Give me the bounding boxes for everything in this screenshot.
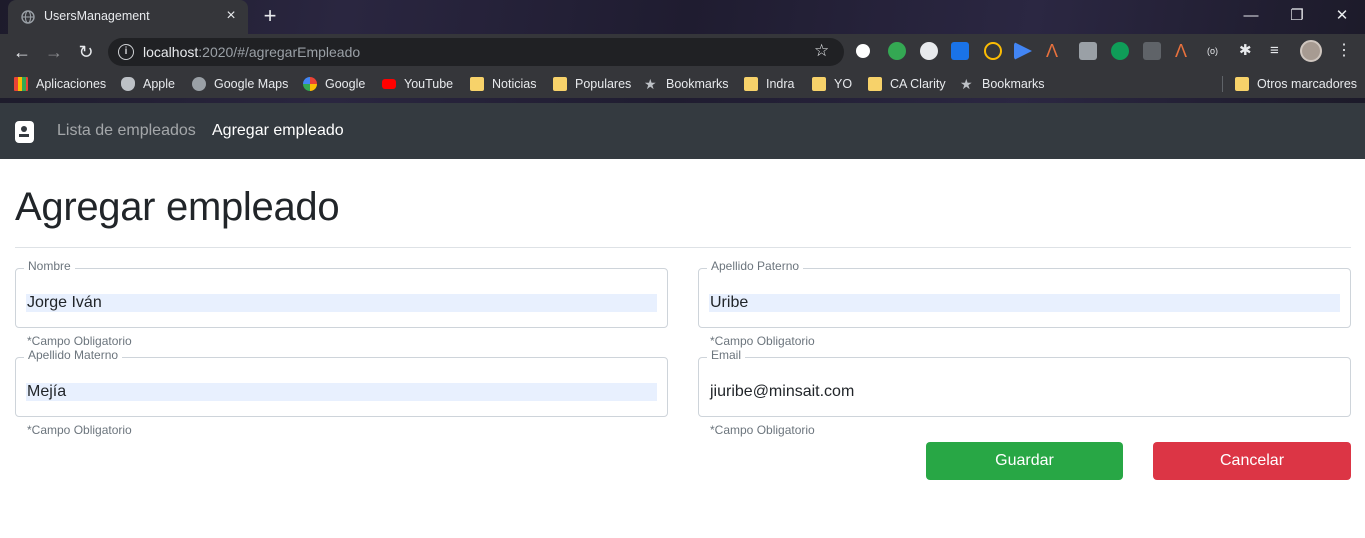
apple-icon — [121, 77, 135, 91]
apellido-paterno-field[interactable]: Apellido Paterno Uribe — [698, 259, 1351, 328]
extension-1-icon[interactable] — [856, 44, 870, 58]
bookmark-bookmarks[interactable]: ★ Bookmarks — [644, 75, 729, 93]
extensions-puzzle-icon[interactable]: ✱ — [1239, 42, 1257, 60]
tab-close-icon[interactable]: × — [223, 8, 239, 24]
extension-a-icon[interactable]: Λ — [1046, 42, 1064, 60]
bookmark-indra[interactable]: Indra — [744, 75, 795, 93]
extension-a2-icon[interactable]: Λ — [1175, 42, 1193, 60]
bookmark-ca-clarity[interactable]: CA Clarity — [868, 75, 946, 93]
star-icon: ★ — [960, 76, 973, 92]
apellido-paterno-label: Apellido Paterno — [707, 259, 804, 273]
url-text[interactable]: localhost:2020/#/agregarEmpleado — [143, 44, 360, 60]
email-input[interactable]: jiuribe@minsait.com — [709, 383, 1340, 401]
bookmarks-separator — [1222, 76, 1223, 92]
youtube-icon — [382, 79, 396, 89]
folder-icon — [470, 77, 484, 91]
apellido-materno-field[interactable]: Apellido Materno Mejía — [15, 348, 668, 417]
restore-button[interactable]: ❐ — [1274, 0, 1320, 34]
email-label: Email — [707, 348, 746, 362]
nav-link-agregar-empleado[interactable]: Agregar empleado — [212, 122, 344, 140]
bookmark-google-maps[interactable]: Google Maps — [192, 75, 288, 93]
globe-icon — [192, 77, 206, 91]
guardar-button[interactable]: Guardar — [926, 442, 1123, 480]
address-bar[interactable]: i localhost:2020/#/agregarEmpleado ☆ — [108, 38, 844, 66]
extension-10-icon[interactable] — [1143, 42, 1161, 60]
new-tab-button[interactable]: + — [260, 5, 280, 27]
nombre-hint: *Campo Obligatorio — [27, 334, 132, 348]
folder-icon — [553, 77, 567, 91]
email-hint: *Campo Obligatorio — [710, 423, 815, 437]
folder-icon — [744, 77, 758, 91]
back-arrow-icon[interactable]: ← — [10, 40, 34, 64]
apellido-materno-input[interactable]: Mejía — [26, 383, 657, 401]
nombre-label: Nombre — [24, 259, 75, 273]
apps-grid-icon — [14, 77, 28, 91]
extension-play-icon[interactable] — [1014, 42, 1032, 60]
email-field[interactable]: Email jiuribe@minsait.com — [698, 348, 1351, 417]
bookmark-apple[interactable]: Apple — [121, 75, 175, 93]
bookmark-otros-marcadores[interactable]: Otros marcadores — [1235, 75, 1357, 93]
globe-icon — [21, 10, 35, 24]
extension-2-icon[interactable] — [888, 42, 906, 60]
bookmark-youtube[interactable]: YouTube — [382, 75, 453, 93]
media-queue-icon[interactable]: ≡ — [1270, 42, 1288, 60]
folder-icon — [812, 77, 826, 91]
nombre-field[interactable]: Nombre Jorge Iván — [15, 259, 668, 328]
tab-title: UsersManagement — [44, 9, 150, 23]
extension-5-icon[interactable] — [984, 42, 1002, 60]
bookmark-aplicaciones[interactable]: Aplicaciones — [14, 75, 106, 93]
apellido-materno-hint: *Campo Obligatorio — [27, 423, 132, 437]
apellido-paterno-input[interactable]: Uribe — [709, 294, 1340, 312]
nav-link-lista-empleados[interactable]: Lista de empleados — [57, 122, 196, 140]
reload-icon[interactable]: ↻ — [74, 40, 98, 64]
bookmark-noticias[interactable]: Noticias — [470, 75, 536, 93]
extension-9-icon[interactable] — [1111, 42, 1129, 60]
kebab-menu-icon[interactable]: ⋮ — [1336, 41, 1352, 61]
page-title: Agregar empleado — [15, 185, 340, 229]
bookmark-yo[interactable]: YO — [812, 75, 852, 93]
forward-arrow-icon[interactable]: → — [42, 40, 66, 64]
site-info-icon[interactable]: i — [118, 44, 134, 60]
google-icon — [303, 77, 317, 91]
app-navbar: Lista de empleados Agregar empleado — [0, 103, 1365, 159]
bookmark-populares[interactable]: Populares — [553, 75, 631, 93]
title-divider — [15, 247, 1351, 248]
window-close-button[interactable]: ✕ — [1319, 0, 1365, 34]
bookmark-star-icon[interactable]: ☆ — [814, 41, 829, 61]
contact-card-icon[interactable] — [15, 121, 34, 143]
apellido-materno-label: Apellido Materno — [24, 348, 123, 362]
profile-avatar[interactable] — [1300, 40, 1322, 62]
minimize-button[interactable]: — — [1228, 0, 1274, 34]
browser-tab[interactable]: UsersManagement × — [8, 0, 248, 34]
cancelar-button[interactable]: Cancelar — [1153, 442, 1351, 480]
apellido-paterno-hint: *Campo Obligatorio — [710, 334, 815, 348]
bookmark-google[interactable]: Google — [303, 75, 365, 93]
bookmark-bookmarks-2[interactable]: ★ Bookmarks — [960, 75, 1045, 93]
bookmarks-bar: Aplicaciones Apple Google Maps Google Yo… — [0, 70, 1365, 98]
folder-icon — [1235, 77, 1249, 91]
tab-strip: UsersManagement × + — ❐ ✕ — [0, 0, 1365, 34]
extension-ui-icon[interactable] — [951, 42, 969, 60]
star-icon: ★ — [644, 76, 657, 92]
extension-12-icon[interactable]: (o) — [1207, 42, 1225, 60]
extension-3-icon[interactable] — [920, 42, 938, 60]
folder-icon — [868, 77, 882, 91]
browser-toolbar: ← → ↻ i localhost:2020/#/agregarEmpleado… — [0, 34, 1365, 70]
nombre-input[interactable]: Jorge Iván — [26, 294, 657, 312]
browser-frame: UsersManagement × + — ❐ ✕ ← → ↻ i localh… — [0, 0, 1365, 103]
extension-8-icon[interactable] — [1079, 42, 1097, 60]
